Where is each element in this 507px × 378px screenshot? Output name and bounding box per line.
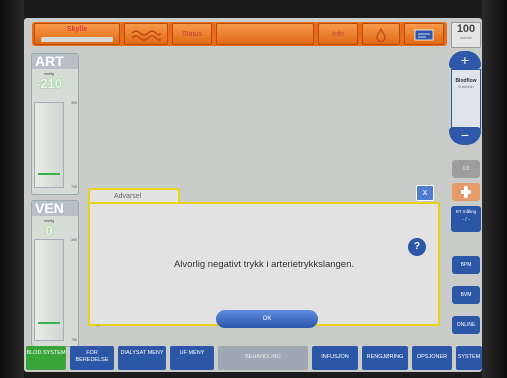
ven-value: 0 <box>45 223 53 238</box>
opsjoner-button[interactable]: OPSJONER <box>412 346 452 370</box>
ven-tick-top: 390 <box>71 238 77 242</box>
bpm-button[interactable]: BPM <box>452 256 480 274</box>
blod-system-button[interactable]: BLOD SYSTEM <box>26 346 66 370</box>
blank-toolbar-button[interactable] <box>216 23 314 45</box>
bloodflow-display: Blodflow 0 ml/min <box>451 69 481 129</box>
art-limit-marker <box>38 173 60 175</box>
bvm-button[interactable]: BVM <box>452 286 480 304</box>
art-title: ART <box>32 54 78 69</box>
ven-title: VEN <box>32 201 78 216</box>
skylle-button[interactable]: Skylle <box>34 23 120 45</box>
cross-icon <box>461 186 471 198</box>
screen-icon <box>414 29 434 41</box>
info-button[interactable]: Info <box>318 23 358 45</box>
online-button[interactable]: ONLINE <box>452 316 480 334</box>
ven-gauge: 390 700 <box>34 238 77 342</box>
screen-menu-button[interactable] <box>404 23 444 45</box>
bt-maling-label: BT måling <box>455 209 477 214</box>
art-gauge: 300 700 <box>34 101 77 189</box>
bezel-left <box>0 0 24 378</box>
dialysat-meny-button[interactable]: DIALYSAT MENY <box>118 346 166 370</box>
dialog-tab-title: Advarsel <box>88 188 180 202</box>
drop-icon <box>376 27 386 43</box>
arterial-pressure-panel[interactable]: ART mmHg -210 300 700 <box>31 53 79 195</box>
behandling-button[interactable]: BEHANDLING <box>218 346 308 370</box>
infusjon-button[interactable]: INFUSJON <box>312 346 358 370</box>
help-button[interactable]: ? <box>408 238 426 256</box>
volume-readout: 100 ml/min <box>451 22 481 48</box>
volume-value: 100 <box>456 23 476 35</box>
system-button[interactable]: SYSTEM <box>456 346 482 370</box>
skylle-progress-bar <box>41 37 113 42</box>
art-readout: mmHg -210 <box>34 72 64 91</box>
ven-tick-bottom: 700 <box>71 338 77 342</box>
dialog-code: 10 <box>96 324 100 328</box>
wave-icon <box>131 30 161 41</box>
venous-pressure-panel[interactable]: VEN mmHg 0 390 700 <box>31 200 79 347</box>
warning-dialog: Advarsel ? Alvorlig negativt trykk i art… <box>88 185 440 328</box>
bezel-right <box>482 0 507 378</box>
volume-unit: ml/min <box>460 35 472 40</box>
uf-meny-button[interactable]: UF MENY <box>170 346 214 370</box>
dialog-body: ? Alvorlig negativt trykk i arterietrykk… <box>88 202 440 328</box>
dialysis-screen: Skylle Status Info 100 ml/min + Blodflow… <box>24 18 482 372</box>
ven-limit-marker <box>38 322 60 324</box>
ok-button[interactable]: OK <box>216 310 318 328</box>
ven-readout: mmHg 0 <box>34 219 64 238</box>
bottom-menu-bar: BLOD SYSTEM FOR BEREDELSE DIALYSAT MENY … <box>24 344 482 372</box>
wave-button[interactable] <box>124 23 168 45</box>
forberedelse-button[interactable]: FOR BEREDELSE <box>70 346 114 370</box>
rengjoring-button[interactable]: RENGJØRING <box>362 346 408 370</box>
first-aid-button[interactable] <box>452 183 480 201</box>
status-button[interactable]: Status <box>172 23 212 45</box>
warning-message: Alvorlig negativt trykk i arterietrykksl… <box>173 259 355 270</box>
bloodflow-control: + Blodflow 0 ml/min − <box>449 51 481 145</box>
skylle-label: Skylle <box>66 26 88 33</box>
bloodflow-decrease-button[interactable]: − <box>449 127 481 145</box>
art-tick-top: 300 <box>71 101 77 105</box>
drop-button[interactable] <box>362 23 400 45</box>
bloodflow-increase-button[interactable]: + <box>449 51 481 69</box>
art-value: -210 <box>35 76 63 91</box>
close-icon[interactable]: x <box>416 185 434 201</box>
bt-maling-value: - / - <box>462 217 470 223</box>
bt-maling-button[interactable]: BT måling - / - <box>451 206 481 232</box>
top-toolbar: Skylle Status Info <box>32 22 447 46</box>
art-tick-bottom: 700 <box>71 185 77 189</box>
bloodflow-value: 0 ml/min <box>458 84 474 89</box>
page-toggle-button[interactable]: 1/2 <box>452 160 480 178</box>
